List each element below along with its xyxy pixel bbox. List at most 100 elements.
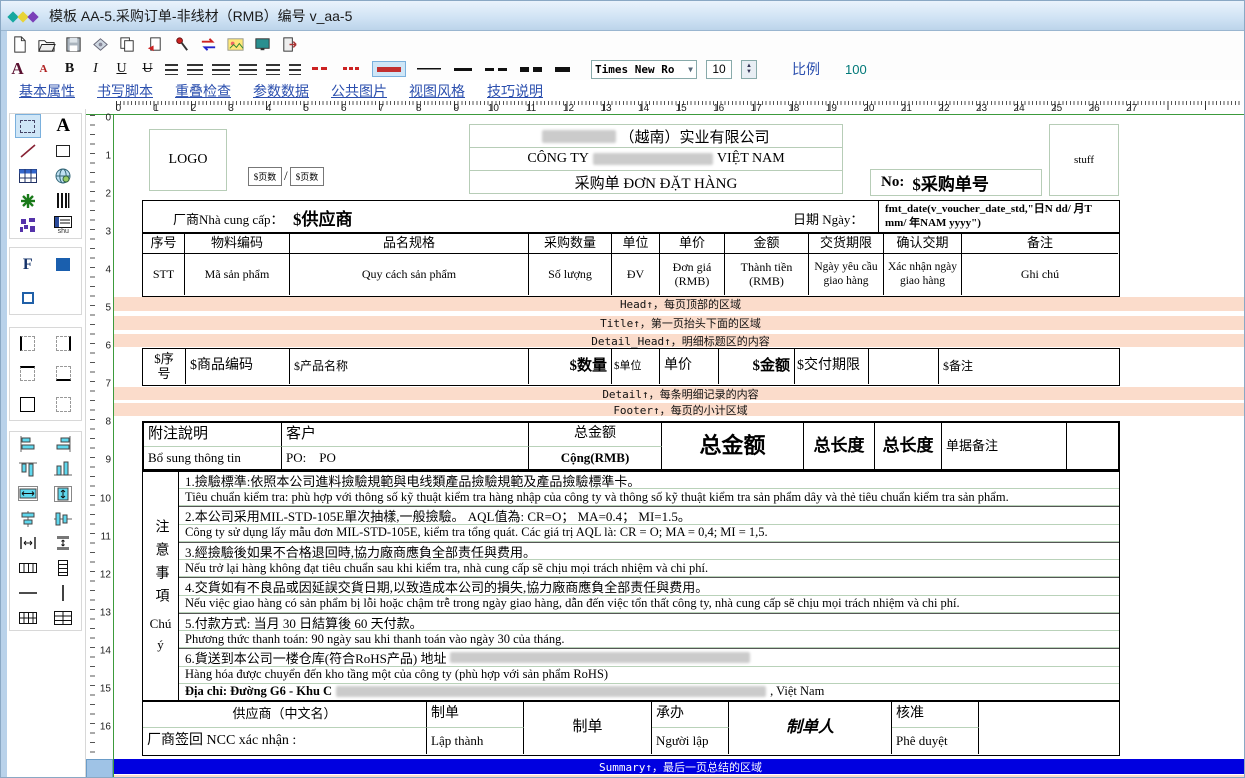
detail-cell[interactable]: $金额: [719, 349, 795, 384]
header-cell[interactable]: 序号: [143, 234, 185, 254]
totals-note-label-cn[interactable]: 附注說明: [144, 423, 282, 447]
underline-icon[interactable]: U: [113, 61, 130, 78]
logo-box[interactable]: LOGO: [149, 129, 227, 191]
note-line[interactable]: Phương thức thanh toán: 90 ngày sau khi …: [179, 631, 1119, 648]
signature-table[interactable]: 供应商（中文名） 厂商签回 NCC xác nhận : 制单 Lập thàn…: [142, 701, 1120, 756]
header-cell[interactable]: 物料编码: [185, 234, 290, 254]
header-cell[interactable]: 金额: [725, 234, 809, 254]
align-right-icon[interactable]: [239, 64, 257, 75]
align-rights-icon[interactable]: [50, 432, 76, 456]
font-small-icon[interactable]: A: [35, 61, 52, 78]
barcode-tool[interactable]: [50, 189, 76, 213]
border-none-icon[interactable]: [50, 393, 76, 417]
filled-rect-tool[interactable]: [50, 253, 76, 277]
font-size-stepper[interactable]: ▲▼: [741, 60, 757, 79]
line-tool[interactable]: [15, 139, 41, 163]
font-large-icon[interactable]: A: [9, 61, 26, 78]
note-line-address-vn[interactable]: Địa chỉ: Đường G6 - Khu C , Việt Nam: [179, 684, 1119, 700]
save-icon[interactable]: [63, 34, 84, 55]
note-line-address-cn[interactable]: 6.貨送到本公司一楼仓库(符合RoHS产品) 地址: [179, 648, 1119, 666]
new-icon[interactable]: [9, 34, 30, 55]
align-lefts-icon[interactable]: [15, 432, 41, 456]
header-cell[interactable]: 交货期限: [809, 234, 884, 254]
header-cell-vn[interactable]: Quy cách sản phẩm: [290, 254, 529, 295]
bold-icon[interactable]: B: [61, 61, 78, 78]
horizontal-line-icon[interactable]: [15, 581, 41, 605]
totals-label-vn[interactable]: Cộng(RMB): [529, 447, 662, 469]
paste-icon[interactable]: [144, 34, 165, 55]
header-cell-vn[interactable]: Đơn giá (RMB): [660, 254, 725, 295]
header-cell-vn[interactable]: Ghi chú: [962, 254, 1118, 295]
note-line[interactable]: Hàng hóa được chuyển đến kho tầng một củ…: [179, 667, 1119, 684]
align-top-icon[interactable]: [266, 64, 280, 75]
stuff-box[interactable]: stuff: [1049, 124, 1119, 196]
detail-cell[interactable]: $备注: [939, 349, 1118, 384]
totals-amount-field[interactable]: 总金额: [662, 423, 804, 469]
maker-label-vn[interactable]: Lập thành: [427, 728, 524, 754]
totals-label-cn[interactable]: 总金额: [529, 423, 662, 447]
header-cell-vn[interactable]: ĐV: [612, 254, 660, 295]
detail-record-row[interactable]: $序号 $商品编码 $产品名称 $数量 $单位 单价 $金额 $交付期限 $备注: [142, 348, 1120, 386]
page-count-field[interactable]: $页数: [248, 167, 282, 186]
line-style-medium-icon[interactable]: [452, 61, 474, 77]
copy-icon[interactable]: [117, 34, 138, 55]
text-tool[interactable]: A: [50, 114, 76, 138]
note-line[interactable]: 4.交貨如有不良品或因延誤交貨日期,以致造成本公司的損失,協力廠商應負全部责任與…: [179, 577, 1119, 595]
align-center-icon[interactable]: [187, 64, 203, 75]
totals-doc-remark-field[interactable]: 单据备注: [942, 423, 1067, 469]
detail-cell[interactable]: $商品编码: [186, 349, 290, 384]
tab-public-images[interactable]: 公共图片: [331, 81, 387, 101]
band-head[interactable]: Head↑，每页顶部的区域: [114, 297, 1245, 311]
detail-cell[interactable]: $单位: [612, 349, 660, 384]
border-bottom-icon[interactable]: [50, 362, 76, 386]
approve-label-vn[interactable]: Phê duyệt: [892, 728, 979, 754]
handler-label-cn[interactable]: 承办: [652, 702, 729, 728]
vertical-line-icon[interactable]: [50, 581, 76, 605]
company-header-box[interactable]: （越南）实业有限公司 CÔNG TY VIỆT NAM 采购单 ĐƠN ĐẶT …: [469, 124, 843, 194]
band-summary[interactable]: Summary↑，最后一页总结的区域: [114, 759, 1245, 774]
monitor-icon[interactable]: [252, 34, 273, 55]
header-cell[interactable]: 确认交期: [884, 234, 962, 254]
tab-view-style[interactable]: 视图风格: [409, 81, 465, 101]
selection-tool[interactable]: [15, 114, 41, 138]
space-vertical-icon[interactable]: [50, 531, 76, 555]
line-style-thick-icon[interactable]: [553, 61, 572, 77]
listbox-tool[interactable]: shu: [50, 214, 76, 238]
exit-icon[interactable]: [279, 34, 300, 55]
center-horizontal-icon[interactable]: [15, 507, 41, 531]
maker-label-cn[interactable]: 制单: [427, 702, 524, 728]
checkbox-rect-tool[interactable]: [15, 286, 41, 310]
order-number-box[interactable]: No: $采购单号: [870, 169, 1042, 196]
band-footer[interactable]: Footer↑，每页的小计区域: [114, 403, 1245, 416]
header-cell[interactable]: 采购数量: [529, 234, 612, 254]
note-line[interactable]: 2.本公司采用MIL-STD-105E單次抽樣,一般撿驗。 AQL值為: CR=…: [179, 506, 1119, 524]
header-cell-vn[interactable]: Thành tiền (RMB): [725, 254, 809, 295]
pattern-image-tool[interactable]: [15, 214, 41, 238]
grid-table2-icon[interactable]: [50, 606, 76, 630]
header-cell-vn[interactable]: Ngày yêu cầu giao hàng: [809, 254, 884, 295]
align-justify-icon[interactable]: [289, 64, 301, 75]
pin-icon[interactable]: [171, 34, 192, 55]
preview-icon[interactable]: [90, 34, 111, 55]
note-line[interactable]: Công ty sử dụng lấy mẫu đơn MIL-STD-105E…: [179, 525, 1119, 542]
open-icon[interactable]: [36, 34, 57, 55]
picture-icon[interactable]: [225, 34, 246, 55]
tab-parameter-data[interactable]: 参数数据: [253, 81, 309, 101]
date-value-field[interactable]: fmt_date(v_voucher_date_std,"日N dd/ 月T m…: [878, 200, 1120, 232]
align-bottoms-icon[interactable]: [50, 457, 76, 481]
rectangle-tool[interactable]: [50, 139, 76, 163]
strikethrough-icon[interactable]: U: [139, 61, 156, 78]
border-right-icon[interactable]: [50, 331, 76, 355]
swap-arrows-icon[interactable]: [198, 34, 219, 55]
line-style-red-dash2-icon[interactable]: [310, 61, 332, 77]
note-line[interactable]: 3.經撿驗後如果不合格退回時,協力廠商應負全部责任與费用。: [179, 542, 1119, 560]
design-canvas[interactable]: LOGO $页数 / $页数 （越南）实业有限公司 CÔNG TY VIỆT N…: [113, 115, 1245, 778]
notes-block[interactable]: 注意事項 Chú ý 1.撿驗標準:依照本公司進料撿驗規範與电线類產品撿驗規範及…: [142, 471, 1120, 701]
supplier-cn-label[interactable]: 供应商（中文名）: [143, 702, 427, 728]
note-line[interactable]: Nếu trở lại hàng không đạt tiêu chuẩn sa…: [179, 560, 1119, 577]
grid-table-icon[interactable]: [15, 606, 41, 630]
totals-empty-cell[interactable]: [1067, 423, 1118, 469]
border-all-icon[interactable]: [15, 393, 41, 417]
company-name-cn[interactable]: （越南）实业有限公司: [470, 125, 842, 148]
header-cell-vn[interactable]: STT: [143, 254, 185, 295]
